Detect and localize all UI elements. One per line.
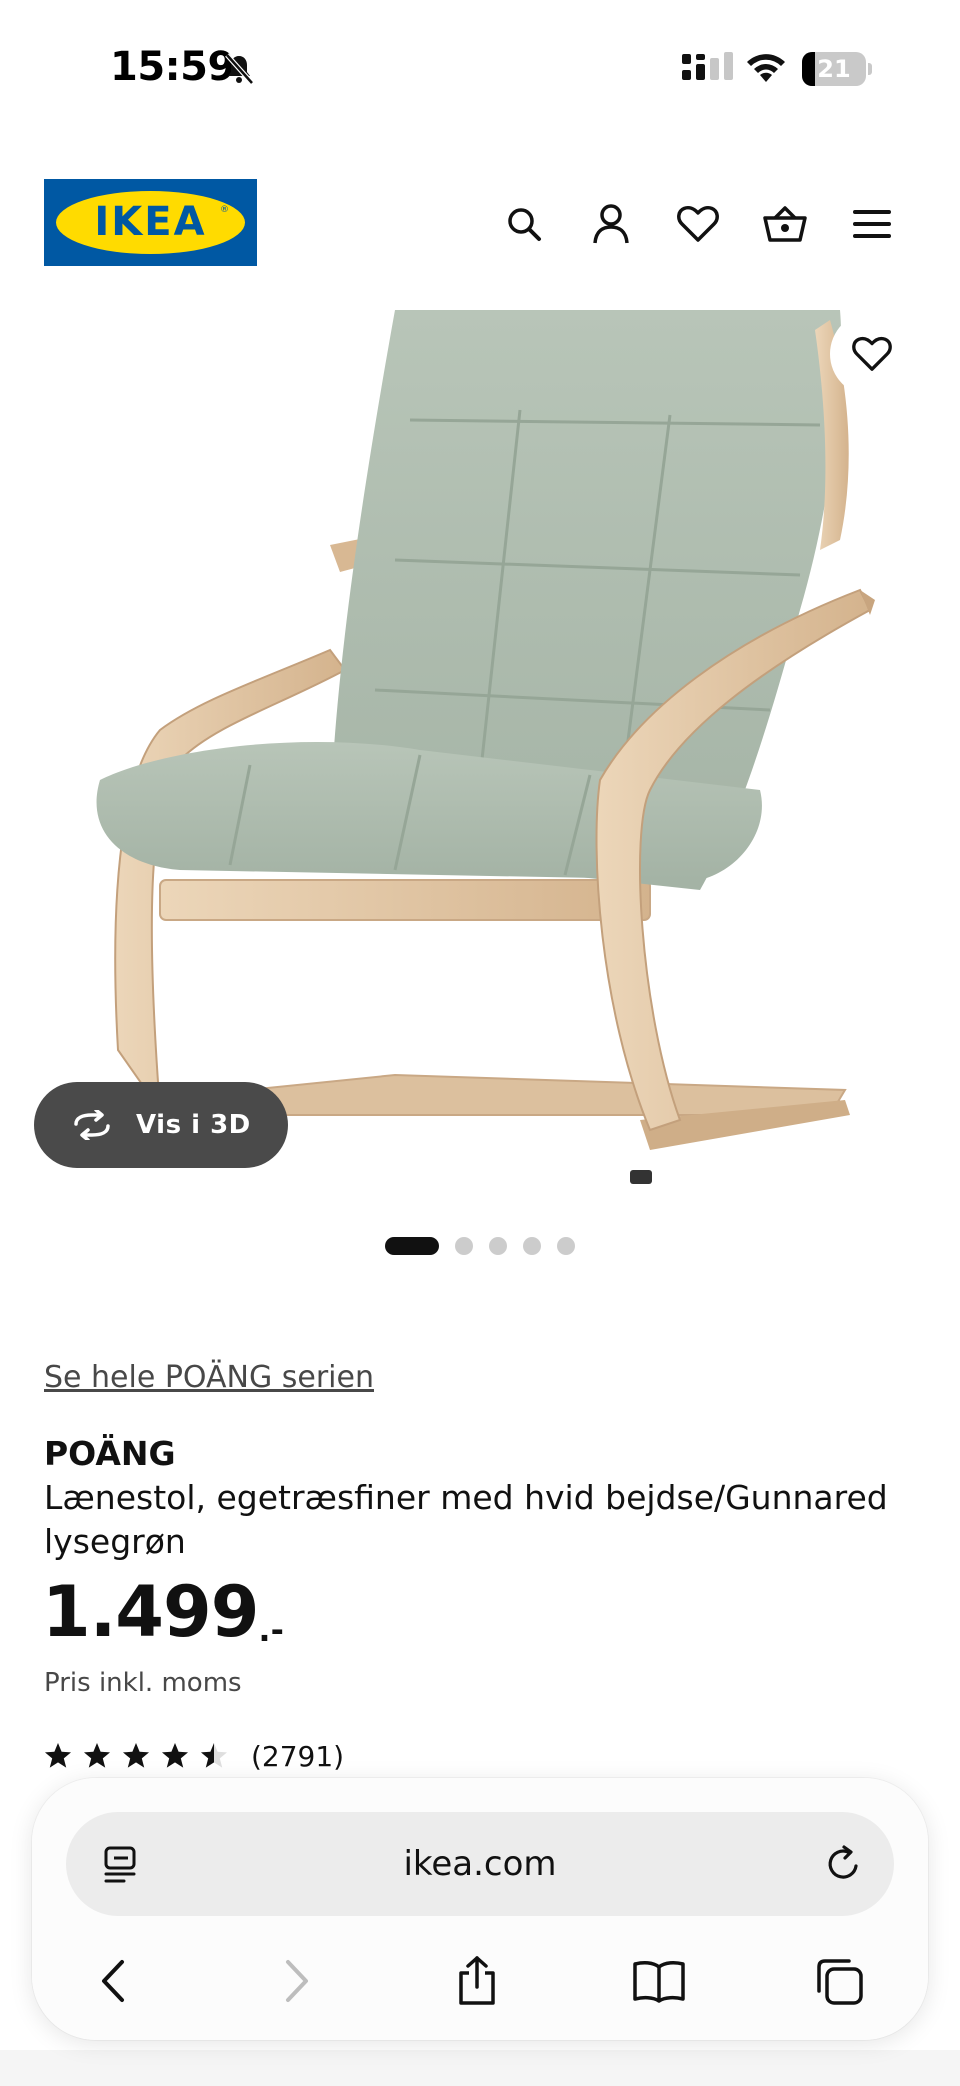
product-description: Lænestol, egetræsfiner med hvid bejdse/G… xyxy=(44,1478,888,1561)
back-button[interactable] xyxy=(78,1946,148,2016)
star-icon xyxy=(123,1743,149,1768)
account-icon[interactable] xyxy=(581,194,641,254)
page-content-behind xyxy=(0,2050,960,2086)
product-image-gallery[interactable]: Vis i 3D xyxy=(0,310,960,1210)
bookmarks-button[interactable] xyxy=(624,1946,694,2016)
view-in-3d-label: Vis i 3D xyxy=(136,1110,251,1140)
carousel-dot[interactable] xyxy=(385,1237,439,1255)
rotate-3d-icon xyxy=(74,1110,110,1140)
forward-icon xyxy=(286,1960,308,2002)
battery-icon: 21 xyxy=(802,52,872,86)
cellular-signal-icon xyxy=(682,52,733,80)
status-time: 15:59 xyxy=(110,44,235,90)
vat-note: Pris inkl. moms xyxy=(44,1668,242,1698)
star-icon xyxy=(162,1743,188,1768)
basket-icon[interactable] xyxy=(755,194,815,254)
wifi-icon xyxy=(747,54,785,82)
rating-stars xyxy=(44,1742,239,1770)
heart-icon xyxy=(852,336,892,371)
heart-icon[interactable] xyxy=(668,194,728,254)
reload-icon[interactable] xyxy=(824,1844,864,1884)
search-icon[interactable] xyxy=(494,194,554,254)
battery-percentage: 21 xyxy=(817,55,851,83)
review-count: (2791) xyxy=(251,1739,345,1773)
product-name: POÄNG xyxy=(44,1434,176,1473)
back-icon xyxy=(102,1960,124,2002)
carousel-dot[interactable] xyxy=(455,1237,473,1255)
view-in-3d-button[interactable]: Vis i 3D xyxy=(34,1082,288,1168)
product-price: 1.499 .- xyxy=(42,1570,284,1654)
site-header: IKEA ® xyxy=(0,170,960,280)
bookmarks-icon xyxy=(633,1961,685,2003)
url-text: ikea.com xyxy=(403,1844,557,1884)
ikea-logo[interactable]: IKEA ® xyxy=(44,179,257,266)
menu-icon[interactable] xyxy=(842,194,902,254)
star-icon xyxy=(201,1743,227,1768)
carousel-dot[interactable] xyxy=(489,1237,507,1255)
tabs-icon xyxy=(817,1959,863,2005)
share-button[interactable] xyxy=(442,1946,512,2016)
logo-registered-mark: ® xyxy=(220,205,229,215)
wishlist-button[interactable] xyxy=(830,312,914,396)
armchair-image xyxy=(96,310,875,1184)
carousel-dot[interactable] xyxy=(557,1237,575,1255)
carousel-indicators xyxy=(0,1236,960,1256)
address-bar[interactable]: ikea.com xyxy=(66,1812,894,1916)
star-icon xyxy=(45,1743,71,1768)
tabs-button[interactable] xyxy=(804,1946,874,2016)
logo-text: IKEA xyxy=(94,199,207,245)
series-link[interactable]: Se hele POÄNG serien xyxy=(44,1360,374,1395)
price-suffix: .- xyxy=(258,1611,284,1649)
price-value: 1.499 xyxy=(42,1571,259,1653)
bell-off-icon xyxy=(225,53,254,85)
share-icon xyxy=(459,1956,495,2005)
star-icon xyxy=(84,1743,110,1768)
status-bar: 15:59 21 xyxy=(0,0,960,140)
product-rating[interactable]: (2791) xyxy=(44,1738,344,1774)
carousel-dot[interactable] xyxy=(523,1237,541,1255)
forward-button[interactable] xyxy=(262,1946,332,2016)
browser-toolbar: ikea.com xyxy=(32,1778,928,2040)
